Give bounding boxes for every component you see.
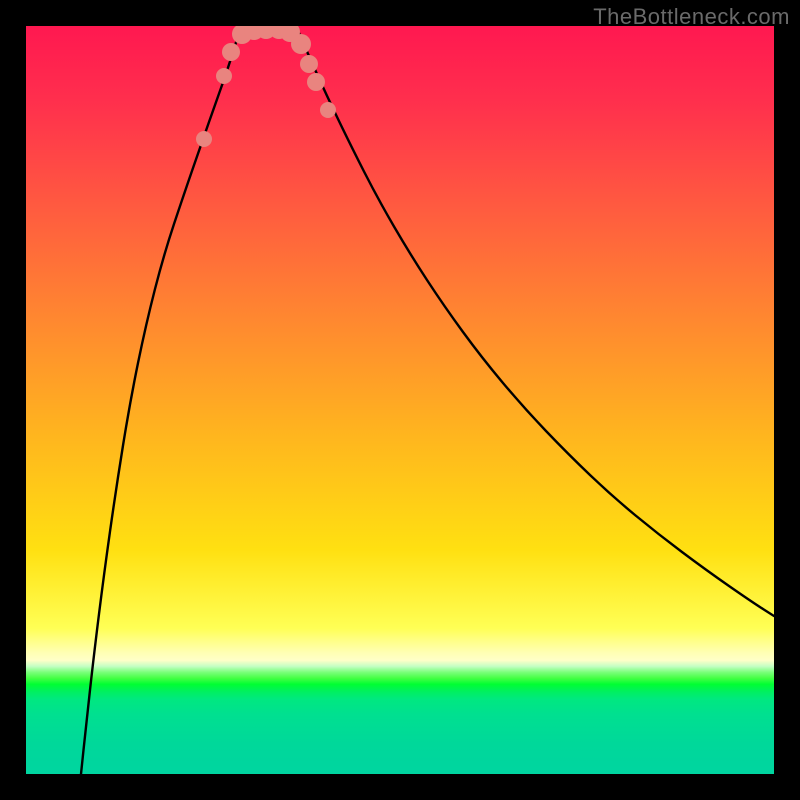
data-marker	[320, 102, 336, 118]
data-marker	[196, 131, 212, 147]
data-marker	[216, 68, 232, 84]
chart-svg	[26, 26, 774, 774]
data-marker	[300, 55, 318, 73]
curve-left-curve	[81, 26, 241, 774]
data-marker	[222, 43, 240, 61]
data-marker	[291, 34, 311, 54]
data-marker	[307, 73, 325, 91]
curve-right-curve	[296, 26, 774, 616]
watermark-text: TheBottleneck.com	[593, 4, 790, 30]
